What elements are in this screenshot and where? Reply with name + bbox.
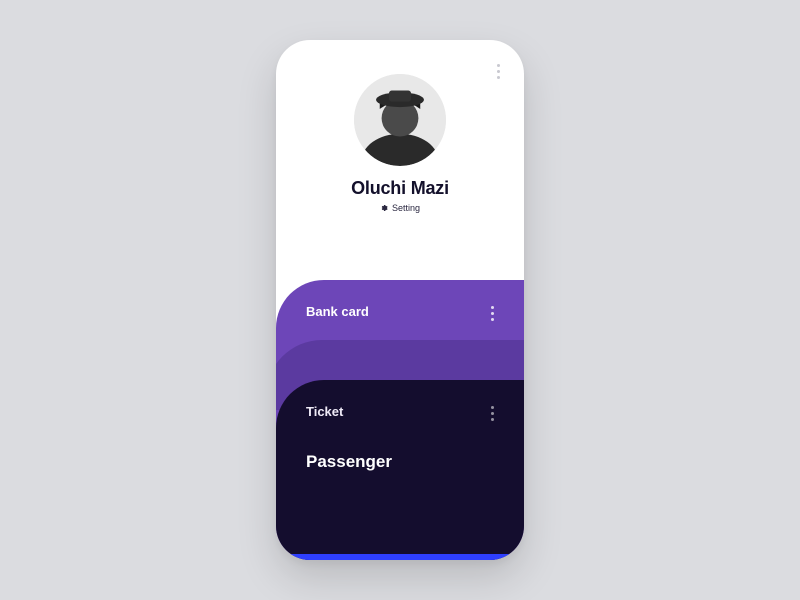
bank-card-overflow-menu[interactable] xyxy=(485,304,500,323)
ticket-overflow-menu[interactable] xyxy=(485,404,500,423)
settings-label: Setting xyxy=(392,203,420,213)
avatar[interactable] xyxy=(354,74,446,166)
ticket-title: Ticket xyxy=(306,404,343,419)
profile-name: Oluchi Mazi xyxy=(351,178,449,199)
passenger-heading: Passenger xyxy=(306,452,392,472)
bank-card-title: Bank card xyxy=(306,304,369,319)
gear-icon xyxy=(380,204,388,212)
top-overflow-menu[interactable] xyxy=(491,58,506,85)
settings-link[interactable]: Setting xyxy=(380,203,420,213)
ticket-panel[interactable]: Ticket Passenger xyxy=(276,380,524,560)
bottom-accent-bar xyxy=(276,554,524,560)
avatar-image xyxy=(354,74,446,166)
cards-stack: Bank card Ticket Passenger xyxy=(276,280,524,560)
profile-section: Oluchi Mazi Setting xyxy=(276,40,524,213)
phone-frame: Oluchi Mazi Setting Bank card Ticket Pas… xyxy=(276,40,524,560)
